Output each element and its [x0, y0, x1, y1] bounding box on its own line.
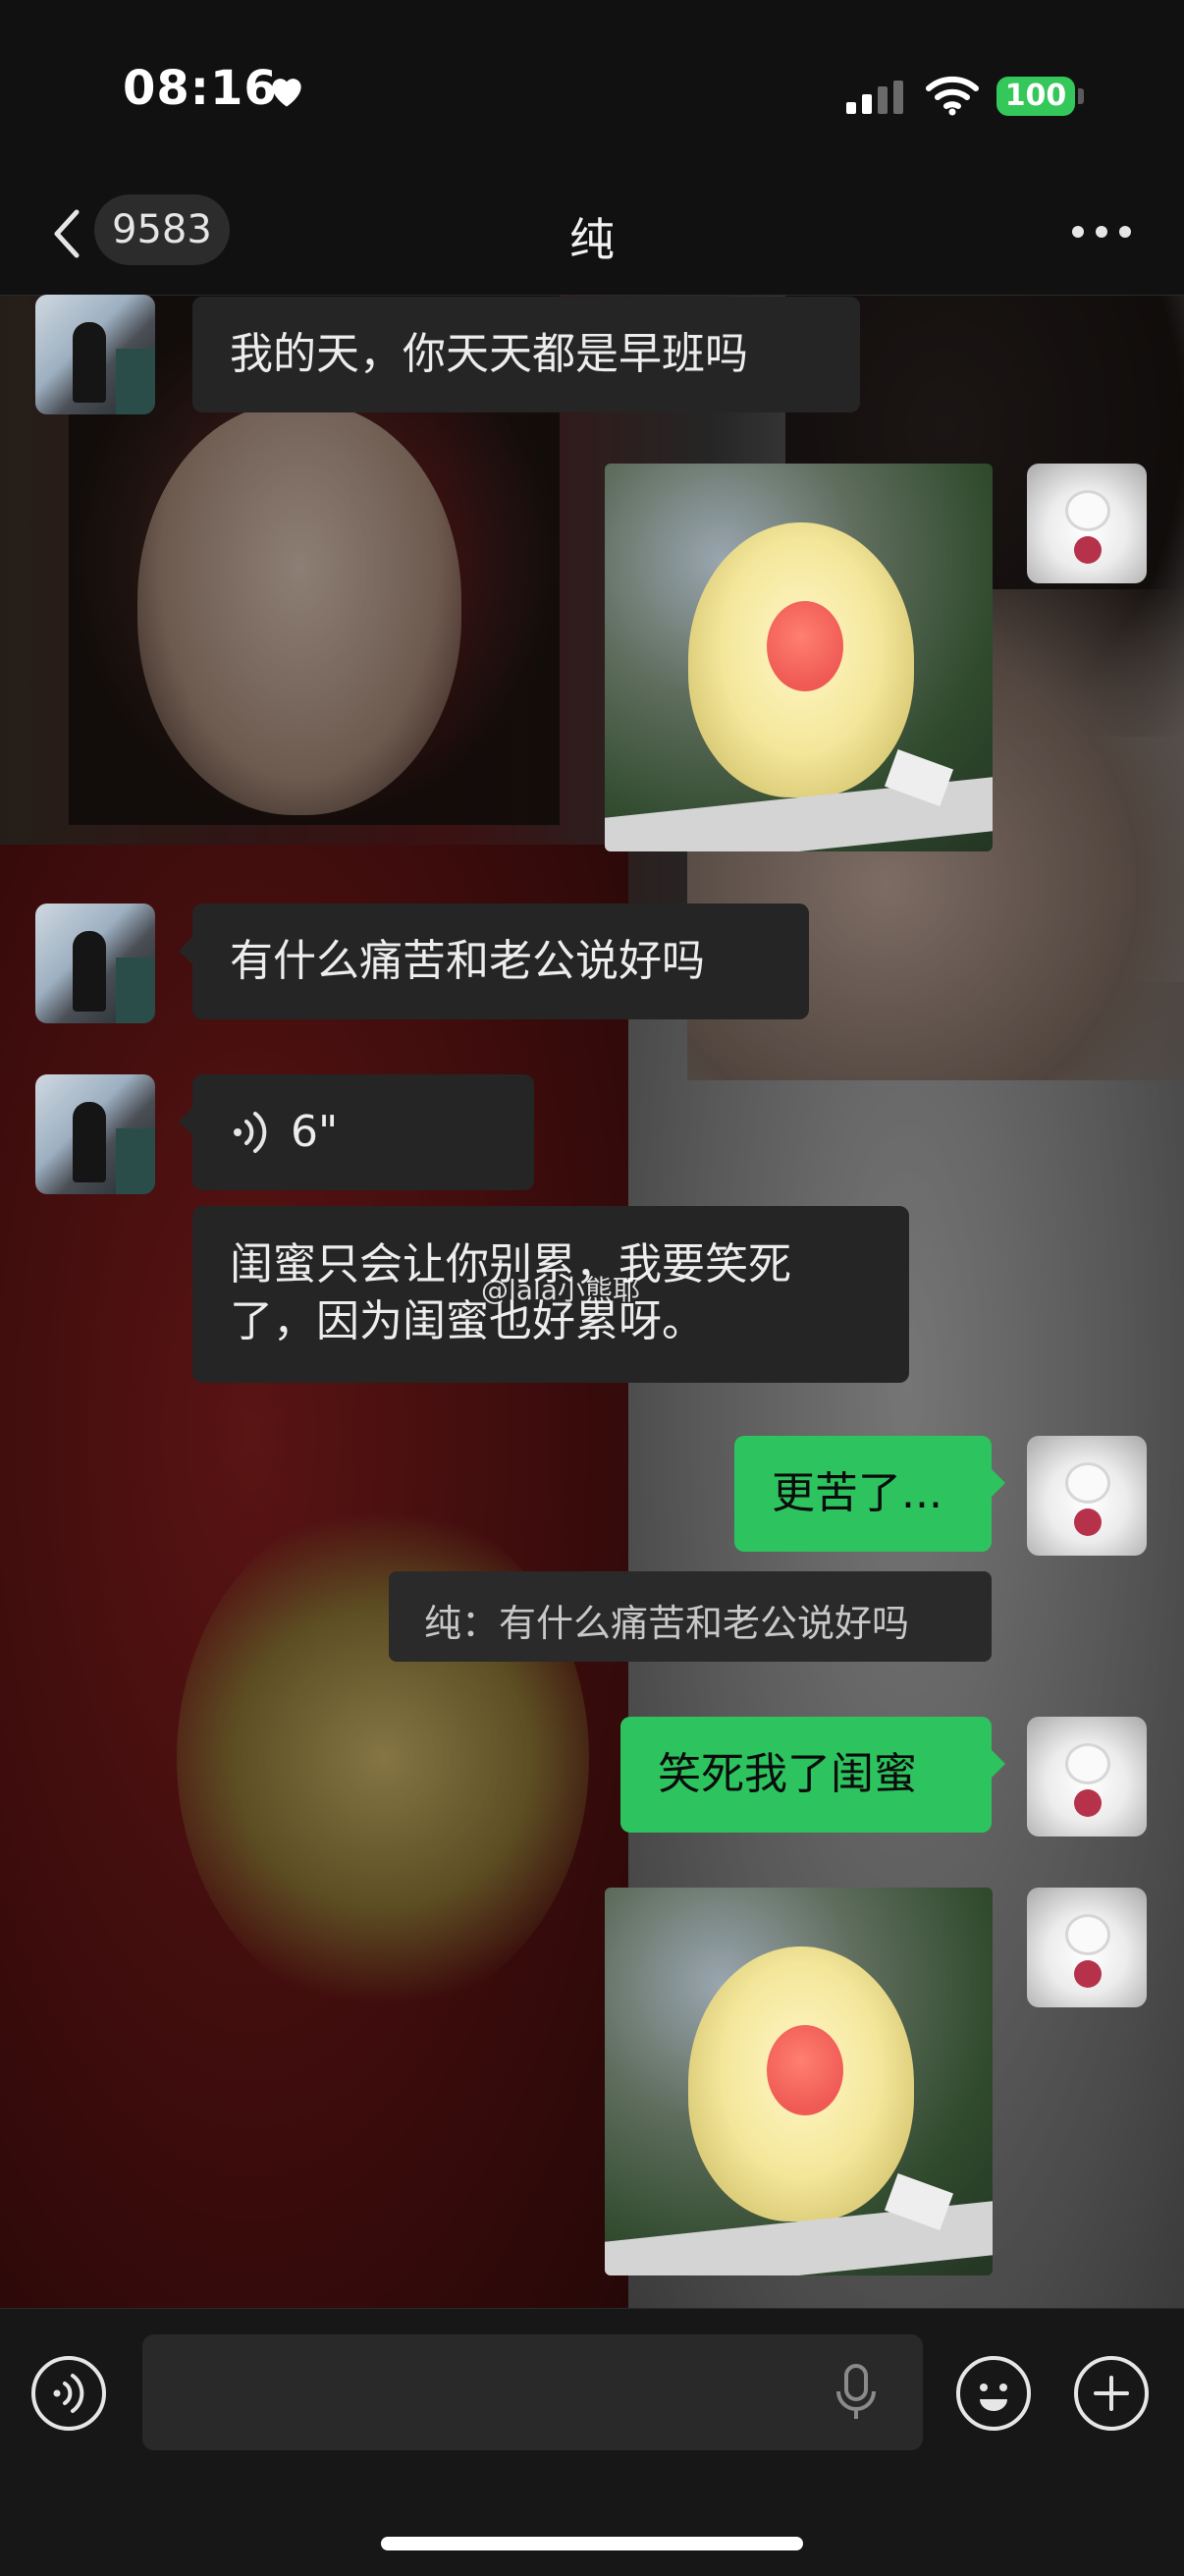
weibo-watermark: @lala小熊耶 — [481, 1274, 640, 1306]
message-bubble-incoming[interactable]: 我的天，你天天都是早班吗 — [192, 297, 860, 412]
message-text: 笑死我了闺蜜 — [658, 1749, 917, 1799]
voice-message-bubble[interactable]: 6" — [179, 1074, 534, 1190]
more-options-icon[interactable] — [1072, 226, 1131, 242]
chat-header: 9583 纯 — [0, 187, 1184, 296]
message-image[interactable] — [605, 464, 993, 851]
microphone-icon[interactable] — [834, 2364, 878, 2423]
heart-icon — [272, 79, 301, 107]
top-bar: 08:16 100 9583 纯 — [0, 0, 1184, 296]
avatar-contact[interactable] — [35, 1074, 155, 1194]
avatar-contact[interactable] — [35, 904, 155, 1023]
voice-input-toggle-button[interactable] — [31, 2356, 106, 2431]
quoted-message[interactable]: 纯：有什么痛苦和老公说好吗 — [389, 1571, 992, 1662]
fluffy-toy-face — [767, 601, 843, 691]
home-indicator — [381, 2537, 803, 2550]
message-input[interactable] — [142, 2334, 923, 2450]
avatar-contact[interactable] — [35, 295, 155, 414]
quoted-message-text: 纯：有什么痛苦和老公说好吗 — [424, 1602, 910, 1645]
voice-duration: 6" — [291, 1107, 339, 1157]
message-text: 有什么痛苦和老公说好吗 — [230, 936, 705, 986]
input-bar — [0, 2308, 1184, 2576]
voice-wave-icon — [234, 1112, 267, 1153]
cellular-signal-icon — [846, 81, 903, 114]
message-text: 更苦了... — [772, 1468, 942, 1518]
battery-tip — [1078, 88, 1084, 104]
chat-title: 纯 — [569, 213, 615, 266]
message-text: 我的天，你天天都是早班吗 — [230, 329, 748, 379]
status-time: 08:16 — [123, 61, 278, 116]
wifi-icon — [926, 76, 979, 116]
message-bubble-outgoing[interactable]: 笑死我了闺蜜 — [620, 1717, 1005, 1833]
plus-icon — [1094, 2376, 1129, 2411]
message-bubble-outgoing[interactable]: 更苦了... — [734, 1436, 1005, 1552]
avatar-self[interactable] — [1027, 1436, 1147, 1556]
add-more-button[interactable] — [1074, 2356, 1149, 2431]
avatar-self[interactable] — [1027, 1888, 1147, 2007]
battery-indicator: 100 — [996, 77, 1075, 116]
message-bubble-incoming[interactable]: 有什么痛苦和老公说好吗 — [179, 904, 809, 1019]
emoji-button[interactable] — [956, 2356, 1031, 2431]
avatar-self[interactable] — [1027, 464, 1147, 583]
status-bar: 08:16 100 — [0, 0, 1184, 187]
voice-wave-icon — [53, 2374, 84, 2413]
smiley-icon — [980, 2384, 1007, 2411]
message-image[interactable] — [605, 1888, 993, 2275]
avatar-self[interactable] — [1027, 1717, 1147, 1836]
fluffy-toy-face — [767, 2025, 843, 2115]
